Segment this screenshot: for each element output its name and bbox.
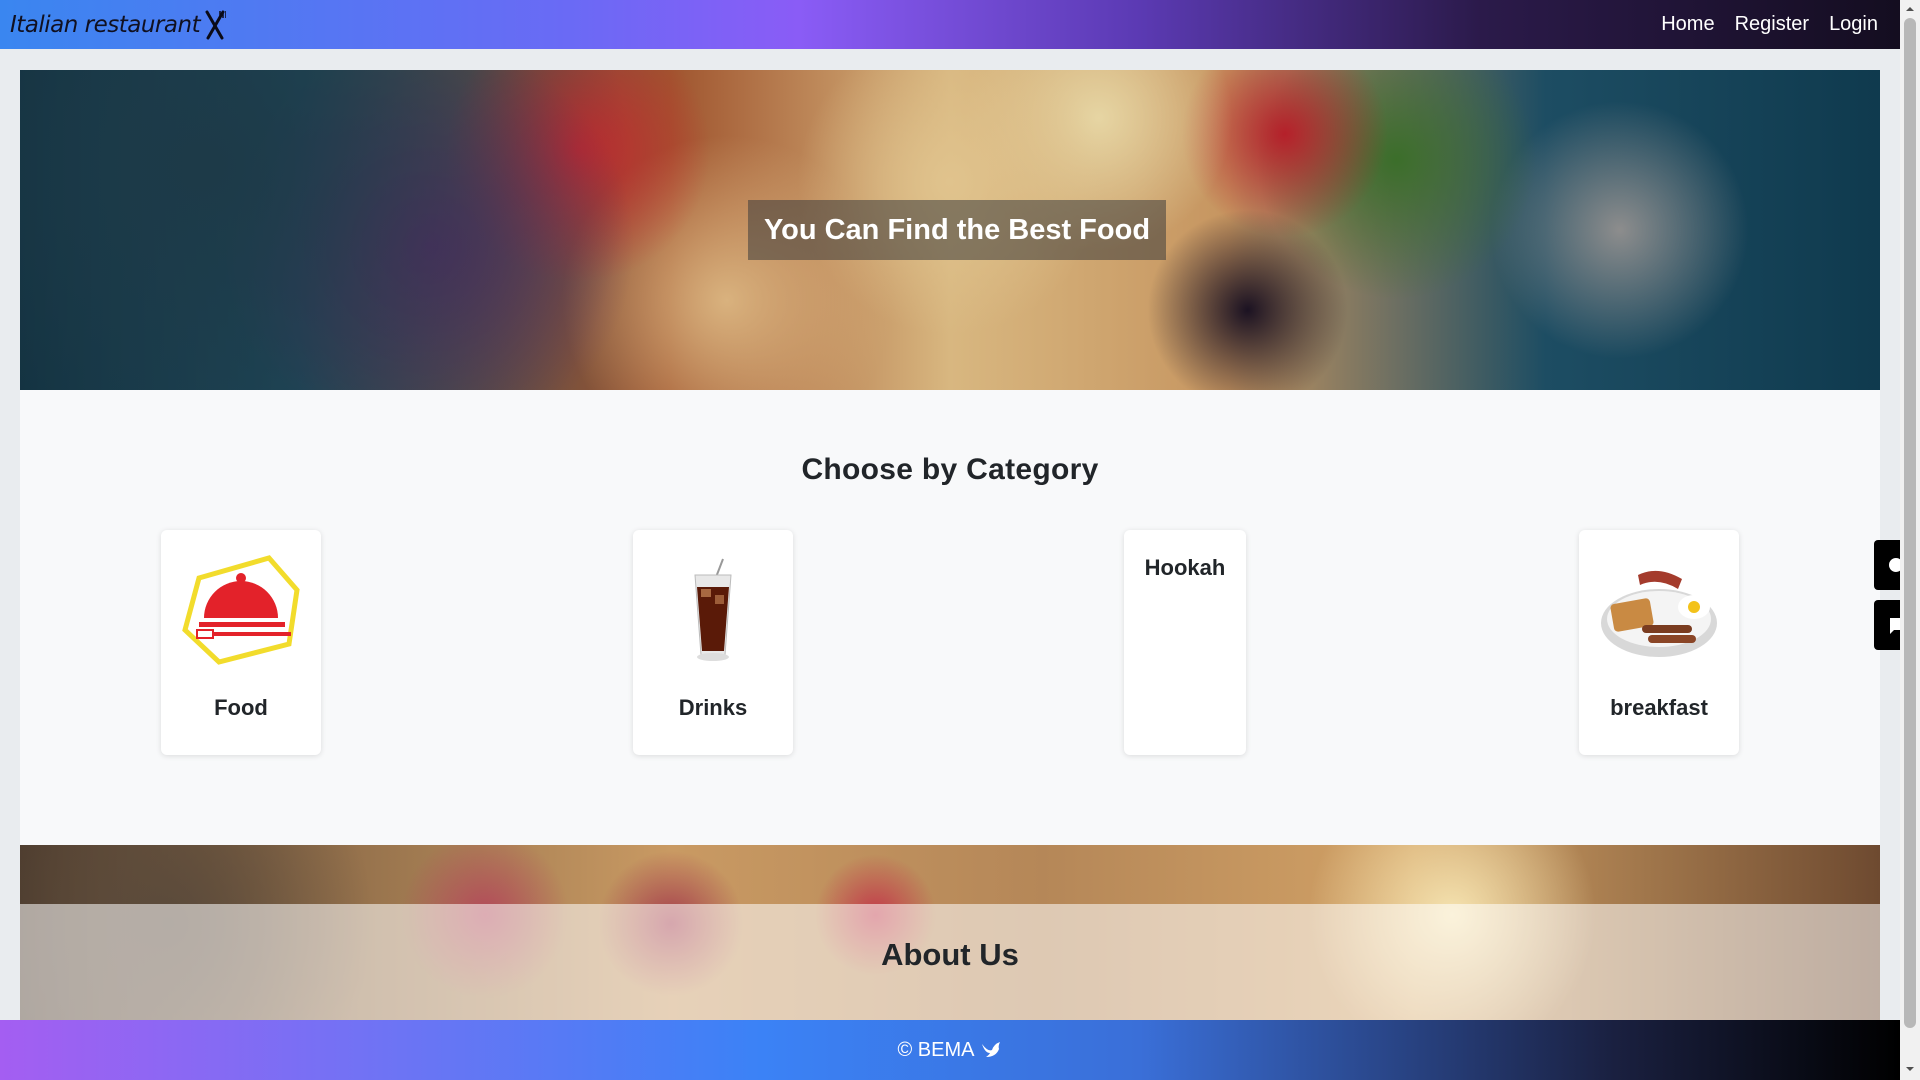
footer: © BEMA [0,1020,1900,1080]
bird-icon [982,1042,1001,1057]
nav-register-link[interactable]: Register [1735,13,1809,36]
category-card-food[interactable]: Food [161,530,321,755]
category-label-hookah: Hookah [1144,555,1226,580]
nav-links: Home Register Login [1661,13,1878,36]
nav-home-link[interactable]: Home [1661,13,1714,36]
footer-copyright: © BEMA [897,1038,975,1061]
scroll-up-arrow-icon[interactable] [1905,4,1915,14]
category-card-breakfast[interactable]: breakfast [1579,530,1739,755]
nav-login-link[interactable]: Login [1829,13,1878,36]
about-section: About Us [20,845,1880,1020]
category-label-food: Food [214,695,268,720]
hero-caption: You Can Find the Best Food [748,200,1166,260]
chat-icon [1890,618,1900,634]
scrollbar-thumb[interactable] [1904,18,1916,1028]
navbar: Italian restaurant Home Register Login [0,0,1900,49]
main-panel: You Can Find the Best Food Choose by Cat… [20,70,1880,1020]
food-cloche-icon [182,555,300,665]
category-label-breakfast: breakfast [1610,695,1708,720]
scrollbar[interactable] [1900,0,1920,1080]
info-icon [1889,558,1903,572]
about-title: About Us [881,937,1019,972]
breakfast-plate-icon [1601,570,1717,657]
brand-logo[interactable]: Italian restaurant [10,10,227,40]
category-label-drinks: Drinks [678,695,748,720]
fork-knife-icon [205,10,227,39]
side-info-button[interactable] [1874,540,1903,590]
hero-banner: You Can Find the Best Food [20,70,1880,390]
brand-name: Italian restaurant [10,11,201,38]
scroll-down-arrow-icon[interactable] [1905,1064,1915,1074]
drink-glass-icon [694,558,732,661]
side-chat-button[interactable] [1874,600,1900,650]
category-card-drinks[interactable]: Drinks [633,530,793,755]
category-section-title: Choose by Category [801,453,1099,486]
category-card-hookah[interactable]: Hookah [1124,530,1246,755]
